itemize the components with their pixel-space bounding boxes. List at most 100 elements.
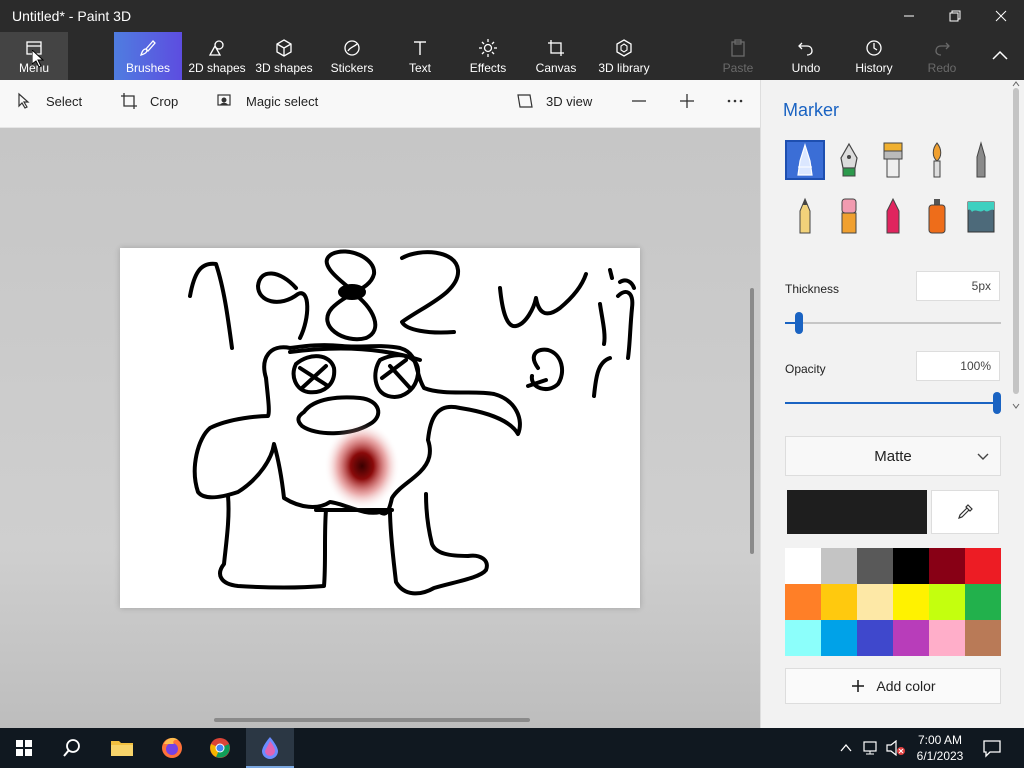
clock-date: 6/1/2023 xyxy=(916,749,964,763)
color-swatch[interactable] xyxy=(893,620,929,656)
select-button[interactable]: Select xyxy=(16,92,82,110)
oil-brush-button[interactable] xyxy=(873,140,913,180)
tab-brushes[interactable]: Brushes xyxy=(114,32,182,80)
color-swatch[interactable] xyxy=(821,620,857,656)
panel-scrollbar[interactable] xyxy=(1008,80,1024,420)
redo-icon xyxy=(935,42,950,56)
watercolor-button[interactable] xyxy=(917,140,957,180)
title-bar: Untitled* - Paint 3D xyxy=(0,0,1024,32)
tab-text[interactable]: Text xyxy=(392,32,448,80)
eyedropper-icon xyxy=(958,504,973,519)
calligraphy-pen-button[interactable] xyxy=(829,140,869,180)
color-swatch[interactable] xyxy=(785,584,821,620)
tab-2d-shapes[interactable]: 2D shapes xyxy=(184,32,250,80)
current-color-swatch[interactable] xyxy=(787,490,927,534)
color-swatch[interactable] xyxy=(857,584,893,620)
thickness-slider[interactable] xyxy=(785,312,1001,334)
system-clock[interactable]: 7:00 AM 6/1/2023 xyxy=(910,732,970,764)
color-swatch[interactable] xyxy=(965,548,1001,584)
eyedropper-button[interactable] xyxy=(931,490,999,534)
start-button[interactable] xyxy=(0,728,48,768)
crayon-button[interactable] xyxy=(873,196,913,236)
tab-3d-library[interactable]: 3D library xyxy=(592,32,656,80)
brush-icon xyxy=(139,40,156,57)
redo-button[interactable]: Redo xyxy=(918,32,966,80)
magic-select-button[interactable]: Magic select xyxy=(216,92,318,110)
color-swatch[interactable] xyxy=(965,584,1001,620)
chevron-down-icon xyxy=(977,453,989,460)
opacity-label: Opacity xyxy=(785,362,826,376)
drawing-canvas[interactable] xyxy=(120,248,640,608)
eraser-button[interactable] xyxy=(829,196,869,236)
add-color-button[interactable]: Add color xyxy=(785,668,1001,704)
tab-canvas[interactable]: Canvas xyxy=(528,32,584,80)
chevron-up-icon xyxy=(992,50,1008,60)
paste-button[interactable]: Paste xyxy=(714,32,762,80)
panel-scrollbar-thumb[interactable] xyxy=(1013,88,1019,394)
undo-button[interactable]: Undo xyxy=(782,32,830,80)
search-button[interactable] xyxy=(48,728,96,768)
tab-3d-shapes[interactable]: 3D shapes xyxy=(252,32,316,80)
zoom-out-button[interactable] xyxy=(630,92,648,110)
chrome-button[interactable] xyxy=(196,728,244,768)
finish-value: Matte xyxy=(874,447,912,465)
firefox-button[interactable] xyxy=(148,728,196,768)
tab-effects[interactable]: Effects xyxy=(460,32,516,80)
history-button[interactable]: History xyxy=(846,32,902,80)
minimize-button[interactable] xyxy=(886,0,932,32)
thickness-input[interactable]: 5px xyxy=(916,271,1000,301)
sticker-icon xyxy=(344,40,360,56)
notifications-icon[interactable] xyxy=(982,738,1002,758)
pixel-pen-button[interactable] xyxy=(961,140,1001,180)
collapse-ribbon-button[interactable] xyxy=(980,32,1020,80)
color-swatch[interactable] xyxy=(785,548,821,584)
network-icon[interactable] xyxy=(862,740,880,756)
close-button[interactable] xyxy=(978,0,1024,32)
color-swatch[interactable] xyxy=(857,620,893,656)
color-swatch[interactable] xyxy=(929,548,965,584)
scroll-down-icon[interactable] xyxy=(1012,402,1020,410)
opacity-slider[interactable] xyxy=(785,392,1001,414)
scroll-up-icon[interactable] xyxy=(1012,80,1020,88)
color-swatch[interactable] xyxy=(929,584,965,620)
finish-dropdown[interactable]: Matte xyxy=(785,436,1001,476)
magic-select-label: Magic select xyxy=(246,93,319,109)
color-swatch[interactable] xyxy=(893,548,929,584)
workspace[interactable] xyxy=(0,128,760,728)
thickness-slider-thumb[interactable] xyxy=(795,312,803,334)
drawing-strokes xyxy=(188,249,636,596)
marker-brush-button[interactable] xyxy=(785,140,825,180)
color-swatch[interactable] xyxy=(893,584,929,620)
opacity-slider-thumb[interactable] xyxy=(993,392,1001,414)
crop-button[interactable]: Crop xyxy=(120,92,178,110)
color-swatch[interactable] xyxy=(785,620,821,656)
chevron-up-icon[interactable] xyxy=(840,742,852,754)
vertical-scrollbar[interactable] xyxy=(750,288,754,554)
more-options-button[interactable] xyxy=(726,92,744,110)
file-explorer-button[interactable] xyxy=(98,728,146,768)
tab-label: Brushes xyxy=(125,61,171,75)
taskbar: 7:00 AM 6/1/2023 xyxy=(0,728,1024,768)
spray-can-button[interactable] xyxy=(917,196,957,236)
3d-view-button[interactable]: 3D view xyxy=(516,92,592,110)
pencil-button[interactable] xyxy=(785,196,825,236)
volume-muted-icon[interactable] xyxy=(886,740,906,756)
color-swatch[interactable] xyxy=(821,548,857,584)
paint3d-button[interactable] xyxy=(246,728,294,768)
crayon-icon xyxy=(886,197,900,234)
plus-icon xyxy=(680,94,694,108)
opacity-input[interactable]: 100% xyxy=(916,351,1000,381)
color-swatch[interactable] xyxy=(965,620,1001,656)
restore-button[interactable] xyxy=(932,0,978,32)
history-label: History xyxy=(855,61,893,75)
color-swatch[interactable] xyxy=(929,620,965,656)
horizontal-scrollbar[interactable] xyxy=(214,718,530,722)
zoom-in-button[interactable] xyxy=(678,92,696,110)
mouse-cursor-icon xyxy=(32,50,44,68)
color-swatch[interactable] xyxy=(857,548,893,584)
magic-select-icon xyxy=(217,94,231,106)
color-swatch[interactable] xyxy=(821,584,857,620)
fill-button[interactable] xyxy=(961,196,1001,236)
tab-stickers[interactable]: Stickers xyxy=(322,32,382,80)
panel-title: Marker xyxy=(783,100,840,120)
